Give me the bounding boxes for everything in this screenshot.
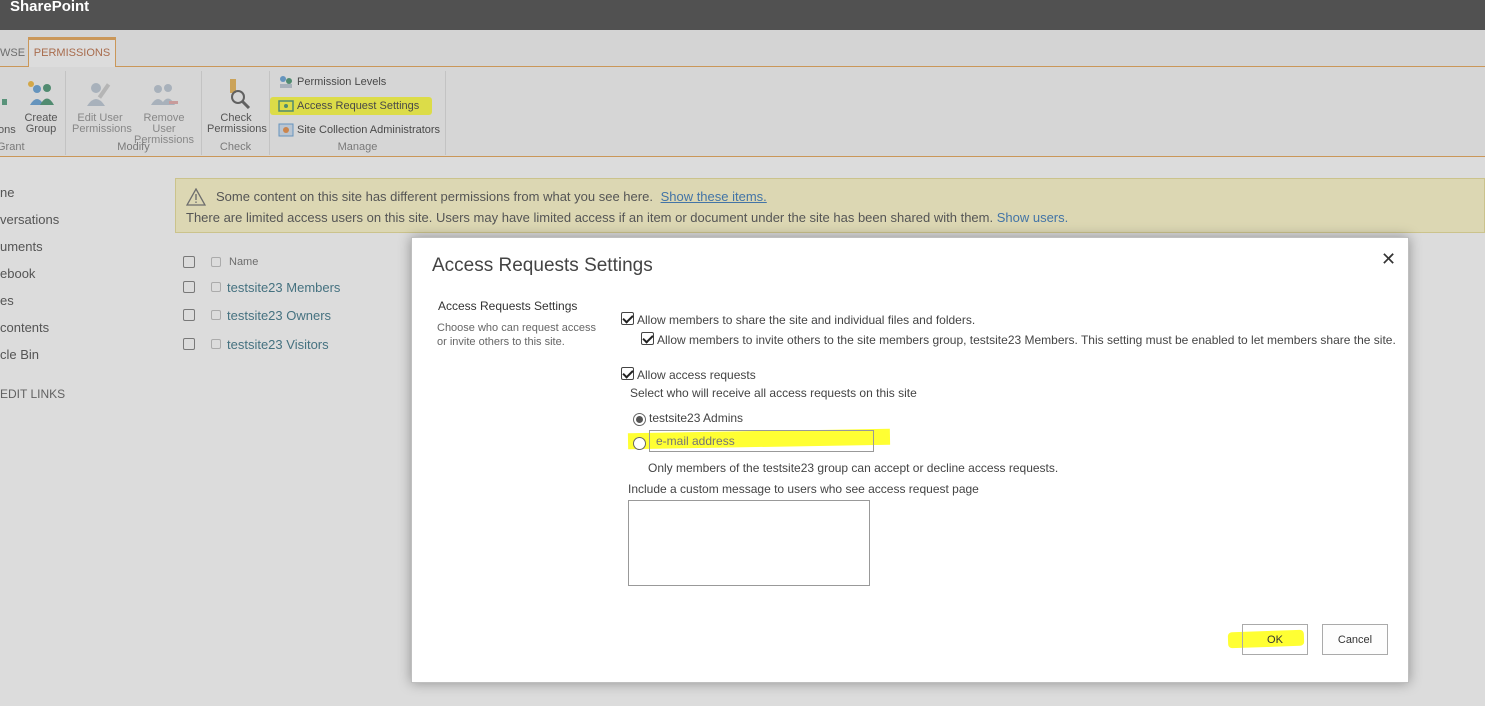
custom-message-textarea[interactable] (628, 500, 870, 586)
allow-access-requests-checkbox[interactable] (621, 367, 634, 380)
access-requests-dialog: Access Requests Settings ✕ Access Reques… (411, 237, 1409, 683)
ok-button[interactable]: OK (1242, 624, 1308, 655)
email-radio[interactable] (633, 437, 646, 450)
custom-message-label: Include a custom message to users who se… (628, 482, 979, 496)
cancel-button[interactable]: Cancel (1322, 624, 1388, 655)
section-title: Access Requests Settings (438, 299, 578, 313)
admins-radio-label: testsite23 Admins (649, 411, 744, 425)
allow-access-requests-label: Allow access requests (637, 368, 756, 382)
email-address-input[interactable] (649, 430, 874, 452)
admins-radio[interactable] (633, 413, 646, 426)
suite-bar: SharePoint (0, 0, 1485, 30)
select-who-label: Select who will receive all access reque… (630, 386, 917, 400)
dialog-title: Access Requests Settings (432, 255, 653, 276)
allow-share-label: Allow members to share the site and indi… (637, 313, 976, 327)
section-description: Choose who can request access or invite … (437, 322, 596, 348)
only-members-note: Only members of the testsite23 group can… (648, 461, 1059, 475)
allow-invite-label: Allow members to invite others to the si… (657, 333, 1396, 347)
app-brand[interactable]: SharePoint (10, 0, 89, 14)
close-icon[interactable]: ✕ (1381, 249, 1396, 270)
allow-invite-checkbox[interactable] (641, 332, 654, 345)
allow-share-checkbox[interactable] (621, 312, 634, 325)
